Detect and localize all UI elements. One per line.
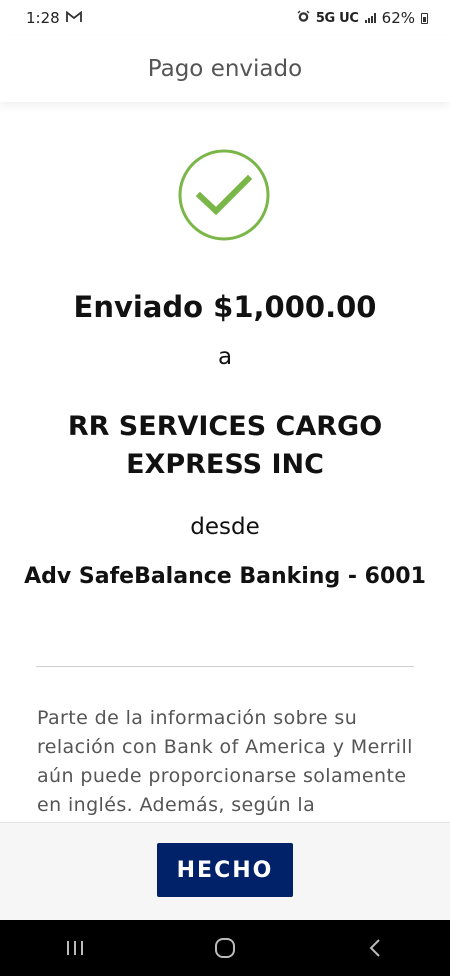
to-label: a <box>217 344 233 370</box>
network-label: 5G UC <box>315 10 359 26</box>
sent-amount: Enviado $1,000.00 <box>73 290 377 324</box>
divider <box>36 666 414 667</box>
battery-icon <box>421 12 428 24</box>
language-disclaimer: Parte de la información sobre su relació… <box>37 707 413 816</box>
system-nav-bar <box>0 920 450 976</box>
gmail-icon <box>65 9 82 27</box>
status-time: 1:28 <box>26 9 60 27</box>
status-bar: 1:28 5G UC 62% <box>0 0 450 36</box>
home-icon[interactable] <box>195 928 255 968</box>
payee-name: RR SERVICES CARGO EXPRESS INC <box>67 411 383 480</box>
page-title: Pago enviado <box>0 36 450 102</box>
confirmation-content[interactable]: Enviado $1,000.00 a RR SERVICES CARGO EX… <box>0 102 450 822</box>
from-label: desde <box>190 514 260 540</box>
payment-sent-screen: 1:28 5G UC 62% Pago enviado Enviado $1,0… <box>0 0 450 976</box>
done-button[interactable]: HECHO <box>157 843 293 897</box>
back-icon[interactable] <box>345 928 405 968</box>
source-account: Adv SafeBalance Banking - 6001 <box>24 564 426 589</box>
status-right: 5G UC 62% <box>297 9 428 27</box>
checkmark-circle-icon <box>178 149 270 241</box>
action-bar: HECHO <box>0 822 450 921</box>
status-left: 1:28 <box>26 9 82 27</box>
alarm-icon <box>297 9 310 27</box>
signal-icon <box>364 13 376 23</box>
battery-label: 62% <box>381 9 415 27</box>
recents-icon[interactable] <box>45 928 105 968</box>
